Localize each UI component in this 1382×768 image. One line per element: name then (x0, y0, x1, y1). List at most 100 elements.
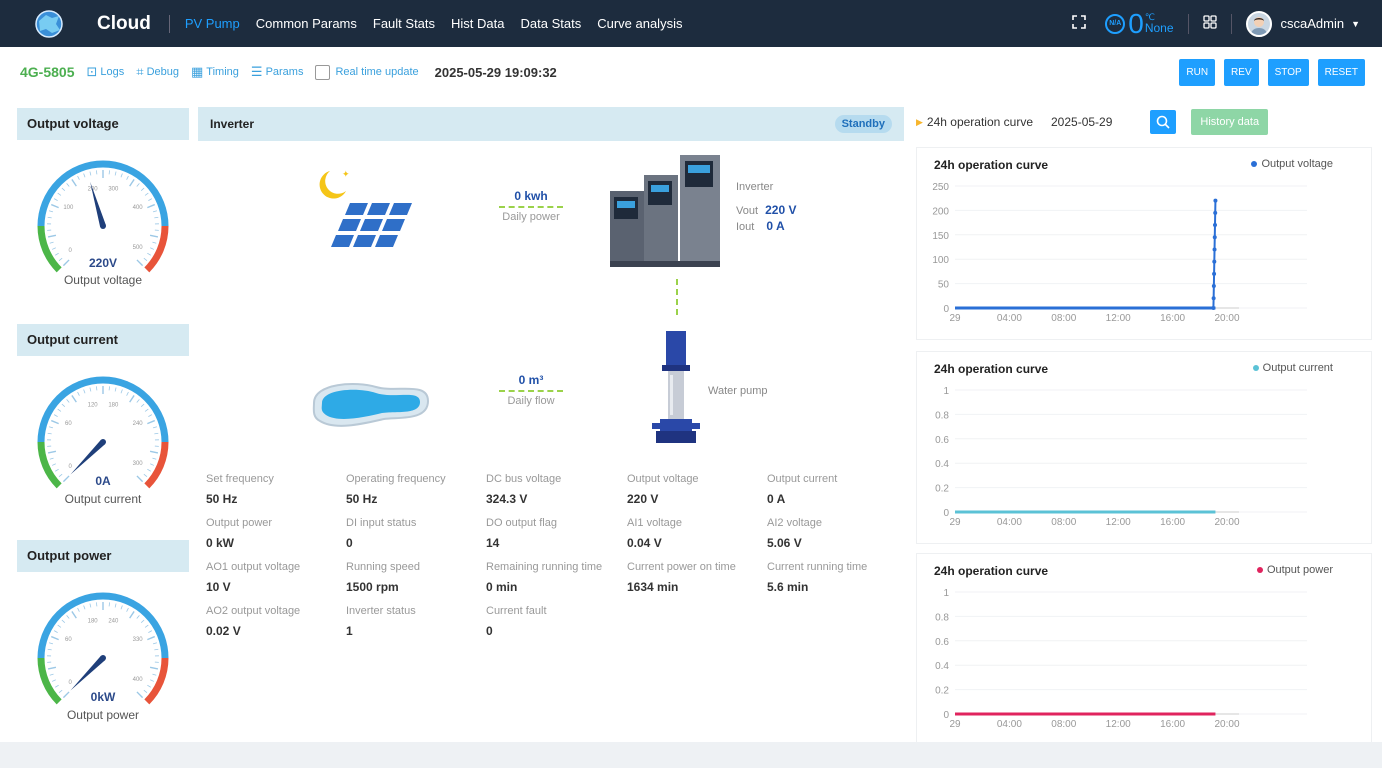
fullscreen-icon[interactable] (1071, 14, 1087, 33)
param-cell: Current running time 5.6 min (767, 561, 907, 594)
gauge-tick (57, 192, 62, 196)
gauge-tick-label: 330 (133, 637, 144, 643)
logs-link[interactable]: ⊡ Logs (86, 64, 124, 80)
gauge-tick (71, 611, 77, 619)
nav-hist-data[interactable]: Hist Data (451, 16, 504, 31)
device-id: 4G-5805 (20, 64, 75, 80)
x-tick-label: 04:00 (997, 719, 1022, 730)
param-name: Current power on time (627, 561, 736, 573)
nav-curve-analysis[interactable]: Curve analysis (597, 16, 682, 31)
gauge-tick (49, 241, 54, 244)
gauge-tick (48, 642, 54, 645)
gauge-tick (150, 247, 155, 250)
param-cell: Set frequency 50 Hz (206, 473, 346, 506)
rev-button[interactable]: REV (1224, 59, 1259, 86)
apps-grid-icon[interactable] (1202, 15, 1217, 32)
gauge-tick-label: 180 (88, 618, 99, 624)
curve-header: ▶ 24h operation curve 2025-05-29 History… (914, 107, 1374, 137)
gauge-needle-hub (100, 439, 106, 445)
logs-icon: ⊡ (86, 64, 98, 79)
data-point (1211, 306, 1216, 310)
gauge-tick (50, 635, 59, 641)
reset-button[interactable]: RESET (1317, 59, 1365, 86)
timing-link[interactable]: ▦ Timing (191, 64, 239, 80)
gauge-tick (57, 624, 62, 628)
param-cell: AI2 voltage 5.06 V (767, 517, 907, 550)
gauge-tick (126, 607, 129, 612)
param-value: 0.02 V (206, 624, 241, 638)
avatar[interactable] (1245, 10, 1272, 37)
gauge-tick (144, 408, 149, 412)
param-name: Current fault (486, 605, 547, 617)
temperature-status: None (1144, 21, 1174, 35)
gauge-tick (71, 395, 77, 403)
history-data-button[interactable]: History data (1191, 109, 1269, 135)
power-line-chart: 00.20.40.60.8129 04:00 08:00 12:00 16:00 20:0… (935, 588, 1307, 730)
data-point (1212, 259, 1217, 264)
param-cell: Output current 0 A (767, 473, 907, 506)
realtime-checkbox[interactable] (315, 64, 331, 80)
realtime-label[interactable]: Real time update (335, 66, 418, 78)
y-tick-label: 250 (932, 182, 949, 193)
gauge-tick (120, 605, 123, 610)
gauge-tick (136, 399, 140, 403)
param-cell: Running speed 1500 rpm (346, 561, 486, 594)
gauge-tick (152, 241, 157, 244)
param-cell: Operating frequency 50 Hz (346, 473, 486, 506)
params-link[interactable]: ☰ Params (251, 64, 304, 80)
nav-pv-pump[interactable]: PV Pump (185, 16, 240, 31)
search-button[interactable] (1150, 110, 1177, 134)
y-tick-label: 0.4 (935, 661, 949, 672)
param-cell: Remaining running time 0 min (486, 561, 626, 594)
daily-flow-label: Daily flow (507, 395, 555, 407)
nav-data-stats[interactable]: Data Stats (521, 16, 582, 31)
gauge-tick (49, 673, 54, 676)
timing-label: Timing (206, 66, 239, 78)
gauge-tick-label: 180 (108, 402, 119, 408)
timestamp: 2025-05-29 19:09:32 (434, 64, 557, 80)
voltage-chart: 24h operation curve Output voltage 0 50 10… (916, 147, 1372, 340)
gauge-tick (114, 603, 117, 608)
x-tick-label: 20:00 (1214, 313, 1239, 324)
y-tick-label: 0.8 (935, 612, 949, 623)
gauge-tick (140, 403, 145, 407)
nav-fault-stats[interactable]: Fault Stats (373, 16, 435, 31)
legend-label: Output voltage (1261, 158, 1333, 170)
gauge-needle-hub (100, 223, 106, 229)
param-cell: Output voltage 220 V (627, 473, 767, 506)
gauge-tick (152, 673, 157, 676)
username[interactable]: cscaAdmin (1281, 16, 1345, 31)
y-tick-label: 200 (932, 206, 949, 217)
param-name: DI input status (346, 517, 417, 529)
globe-logo-icon[interactable] (34, 9, 64, 39)
data-point (1212, 271, 1217, 276)
gauge-tick (147, 684, 151, 688)
gauge-tick-label: 0 (69, 680, 73, 686)
temperature-unit-group: ℃ None (1144, 13, 1174, 35)
date-picker[interactable]: 2025-05-29 (1051, 115, 1112, 129)
gauge-tick-label: 240 (133, 421, 144, 427)
na-badge: N/A (1105, 13, 1126, 34)
iout-row: Iout 0 A (736, 219, 785, 233)
param-name: AO1 output voltage (206, 561, 301, 573)
current-gauge-panel: Output current 120 180 60 240 0 300 0A Output… (17, 324, 189, 524)
caret-right-icon: ▶ (916, 116, 923, 127)
run-button[interactable]: RUN (1179, 59, 1216, 86)
gauge-value: 0A (95, 474, 111, 488)
device-toolbar: 4G-5805 ⊡ Logs ⌗ Debug ▦ Timing ☰ Params Rea… (0, 47, 1382, 97)
stop-button[interactable]: STOP (1267, 59, 1309, 86)
gauge-title: Output voltage (17, 108, 189, 140)
gauge-tick (66, 615, 70, 619)
gauge-tick (51, 463, 56, 466)
inverter-device-icon (610, 155, 720, 267)
temperature-value: 0 (1128, 7, 1144, 39)
gauge-tick (66, 399, 70, 403)
nav-common-params[interactable]: Common Params (256, 16, 357, 31)
gauge-tick (89, 171, 92, 176)
chevron-down-icon[interactable]: ▼ (1351, 19, 1360, 29)
gauge-needle (90, 181, 106, 227)
debug-link[interactable]: ⌗ Debug (136, 64, 179, 80)
chart-legend: Output power (1256, 564, 1333, 576)
gauge-tick (49, 457, 54, 460)
x-tick-label: 20:00 (1214, 517, 1239, 528)
